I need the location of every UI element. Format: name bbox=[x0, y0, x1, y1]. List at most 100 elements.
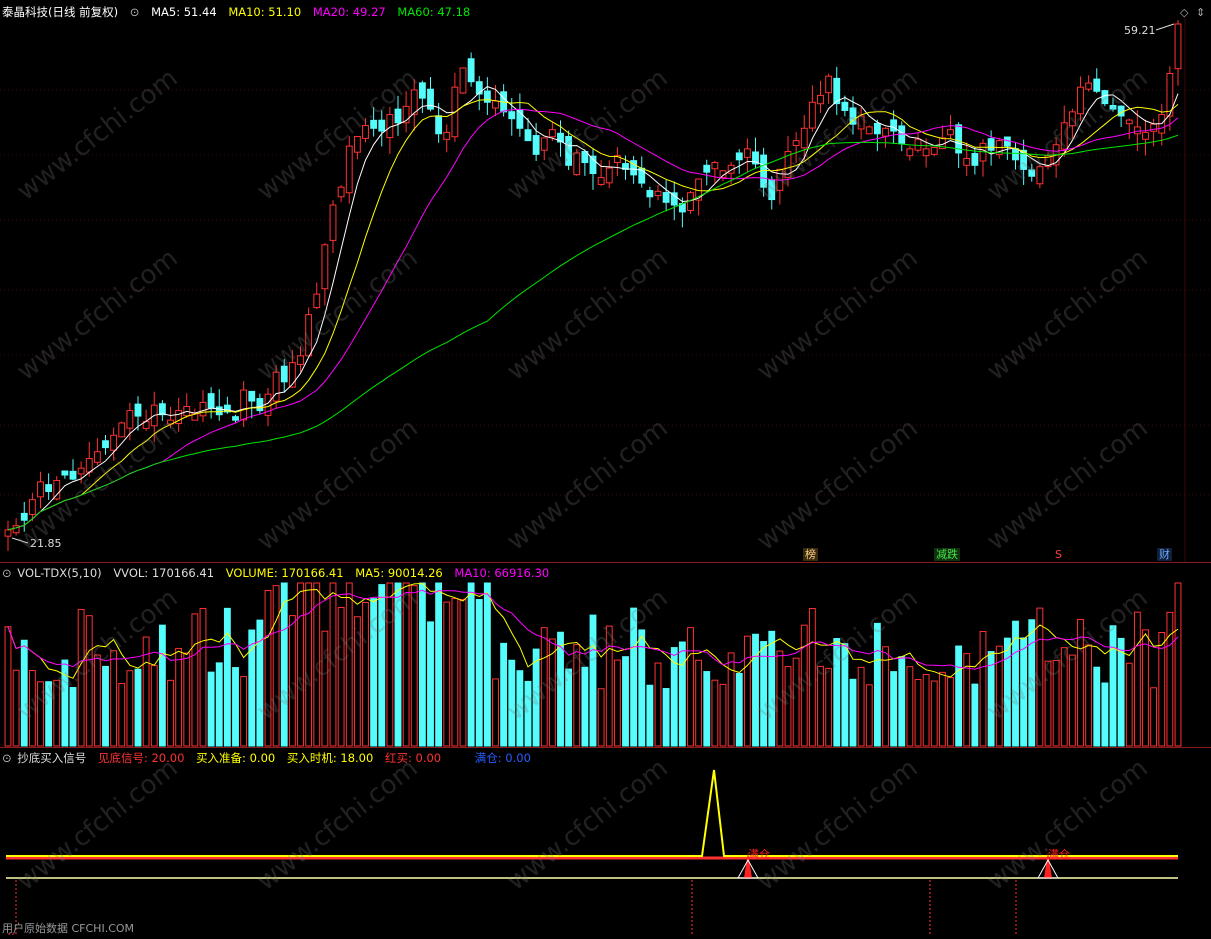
volume-bar-up bbox=[1166, 611, 1174, 747]
volume-bar-up bbox=[727, 652, 735, 747]
volume-bar-down bbox=[1093, 666, 1101, 747]
volume-bar-up bbox=[492, 678, 499, 747]
volume-bar-down bbox=[646, 684, 654, 747]
volume-bar-up bbox=[1158, 631, 1166, 747]
candle-down bbox=[248, 390, 256, 402]
volume-bar-down bbox=[232, 667, 239, 747]
candle-down bbox=[134, 403, 142, 417]
volume-bar-up bbox=[4, 626, 12, 747]
candle-up bbox=[817, 94, 824, 105]
volume-bar-up bbox=[126, 670, 134, 747]
candle-up bbox=[605, 167, 613, 184]
volume-bar-down bbox=[215, 662, 223, 747]
volume-bar-down bbox=[467, 582, 475, 747]
volume-bar-down bbox=[849, 678, 857, 747]
volume-bar-up bbox=[947, 677, 954, 747]
volume-bar-up bbox=[613, 659, 621, 747]
candle-down bbox=[662, 192, 670, 203]
volume-bar-up bbox=[865, 684, 873, 747]
volume-bar-down bbox=[955, 645, 963, 747]
volume-bar-down bbox=[483, 582, 491, 747]
candle-up bbox=[240, 389, 248, 421]
candle-up bbox=[28, 499, 36, 515]
volume-bar-down bbox=[475, 599, 483, 747]
candle-down bbox=[378, 119, 386, 132]
volume-bar-down bbox=[735, 672, 743, 747]
volume-bar-down bbox=[703, 671, 711, 747]
candle-up bbox=[1133, 126, 1141, 135]
volume-bar-down bbox=[134, 668, 142, 747]
candle-up bbox=[808, 101, 816, 129]
candle-up bbox=[548, 129, 556, 138]
volume-bar-up bbox=[695, 659, 703, 747]
volume-bar-up bbox=[654, 662, 662, 747]
volume-bar-up bbox=[118, 682, 126, 747]
candle-down bbox=[61, 470, 69, 476]
candle-down bbox=[508, 111, 516, 120]
volume-bar-up bbox=[597, 688, 605, 747]
volume-bar-down bbox=[435, 582, 443, 747]
volume-bar-up bbox=[922, 674, 930, 747]
high-price-label: 59.21 bbox=[1124, 24, 1156, 37]
candle-up bbox=[930, 146, 938, 155]
candle-down bbox=[256, 398, 264, 412]
volume-bar-down bbox=[158, 624, 166, 747]
volume-bar-down bbox=[69, 686, 77, 747]
volume-bar-down bbox=[898, 656, 906, 747]
candle-up bbox=[492, 100, 499, 109]
volume-bar-up bbox=[1085, 644, 1093, 747]
candle-up bbox=[199, 401, 207, 417]
candle-down bbox=[646, 190, 654, 198]
volume-bar-up bbox=[1142, 629, 1149, 747]
volume-bar-up bbox=[938, 671, 946, 747]
flag-bang[interactable]: 榜 bbox=[803, 548, 818, 561]
volume-bar-up bbox=[711, 679, 719, 747]
volume-bar-up bbox=[979, 630, 987, 747]
candle-down bbox=[467, 58, 475, 83]
candle-down bbox=[45, 484, 53, 492]
footer-text: 用户原始数据 CFCHI.COM bbox=[2, 922, 135, 935]
volume-bar-up bbox=[1174, 582, 1182, 747]
candle-up bbox=[126, 410, 134, 429]
candle-up bbox=[963, 157, 971, 166]
candle-up bbox=[337, 186, 345, 198]
candle-down bbox=[532, 135, 540, 155]
volume-bar-up bbox=[1133, 611, 1141, 747]
candle-up bbox=[947, 129, 954, 136]
volume-bar-down bbox=[256, 619, 264, 747]
volume-bar-down bbox=[678, 641, 686, 747]
candle-down bbox=[435, 115, 443, 135]
flag-cai[interactable]: 财 bbox=[1157, 548, 1172, 561]
volume-bar-down bbox=[223, 607, 231, 747]
volume-bar-up bbox=[459, 598, 467, 747]
candle-down bbox=[1093, 78, 1101, 92]
candle-up bbox=[37, 481, 44, 498]
candle-up bbox=[922, 148, 930, 157]
candle-up bbox=[345, 145, 353, 194]
volume-bar-up bbox=[443, 601, 451, 747]
full-position-label: 满仓 bbox=[748, 847, 770, 861]
candle-down bbox=[20, 512, 28, 521]
candle-down bbox=[873, 122, 881, 135]
candle-down bbox=[987, 138, 995, 151]
candle-up bbox=[914, 138, 922, 151]
candle-up bbox=[329, 204, 337, 241]
volume-bar-up bbox=[1125, 662, 1133, 747]
candle-up bbox=[906, 148, 914, 157]
volume-bar-down bbox=[1117, 637, 1125, 747]
candle-down bbox=[215, 406, 223, 416]
flag-jiandie[interactable]: 减跌 bbox=[934, 548, 960, 561]
candle-up bbox=[882, 127, 889, 137]
volume-bar-up bbox=[857, 666, 865, 747]
candle-down bbox=[735, 152, 743, 161]
volume-bar-up bbox=[719, 683, 727, 747]
volume-bar-up bbox=[199, 607, 207, 747]
flag-s[interactable]: S bbox=[1053, 548, 1064, 561]
candle-up bbox=[110, 434, 118, 451]
volume-bar-up bbox=[150, 665, 158, 747]
volume-bar-down bbox=[890, 671, 898, 747]
candle-up bbox=[792, 140, 800, 146]
candle-up bbox=[1125, 119, 1133, 125]
volume-bar-down bbox=[622, 656, 629, 747]
volume-bar-up bbox=[687, 627, 694, 747]
